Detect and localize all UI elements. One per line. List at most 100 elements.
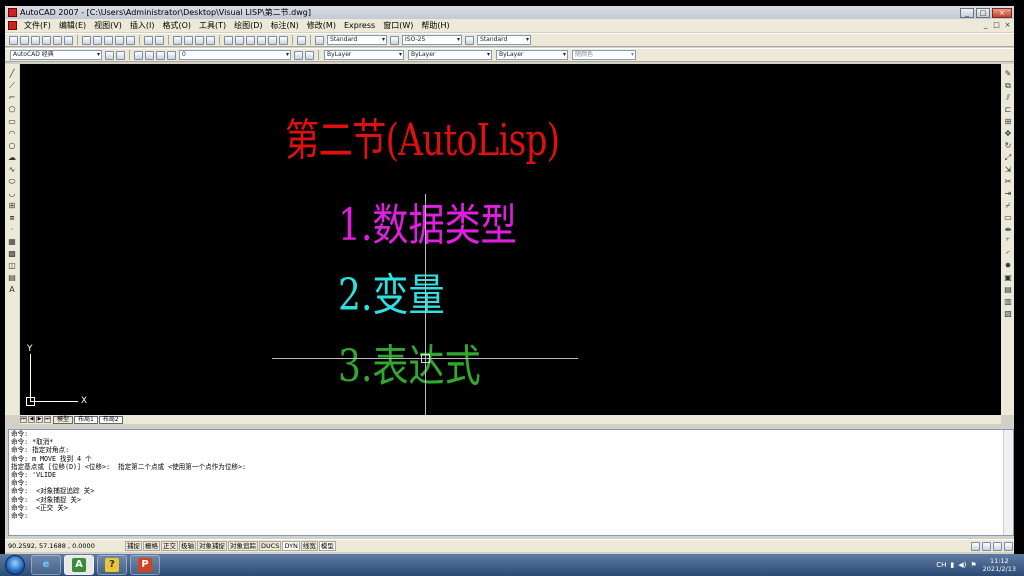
markup-icon[interactable] — [268, 35, 277, 45]
multiline-text-icon[interactable]: A — [8, 285, 17, 294]
hatch-icon[interactable]: ▦ — [8, 237, 17, 246]
ellipse-icon[interactable]: ⬭ — [8, 177, 17, 186]
tab-model[interactable]: 模型 — [53, 415, 74, 424]
lineweight-select[interactable]: ByLayer — [496, 50, 568, 60]
layer-previous-icon[interactable] — [305, 50, 314, 60]
workspace-settings-icon[interactable] — [105, 50, 114, 60]
properties-icon[interactable] — [224, 35, 233, 45]
design-center-icon[interactable] — [235, 35, 244, 45]
status-ducs-button[interactable]: DUCS — [259, 541, 282, 551]
menu-format[interactable]: 格式(O) — [158, 20, 195, 31]
last-tab-icon[interactable]: ⏭ — [44, 416, 51, 423]
rectangle-icon[interactable]: ▭ — [8, 117, 17, 126]
insert-block-icon[interactable]: ⊞ — [8, 201, 17, 210]
first-tab-icon[interactable]: ⏮ — [20, 416, 27, 423]
drawing-canvas[interactable]: 第二节(AutoLisp) 1.数据类型 2.变量 3.表达式 Y X — [20, 64, 1001, 415]
new-file-icon[interactable] — [9, 35, 18, 45]
chamfer-icon[interactable]: ⌜ — [1004, 237, 1013, 246]
polyline-icon[interactable]: ⌐ — [8, 93, 17, 102]
command-prompt[interactable]: 命令: — [9, 512, 1013, 520]
network-icon[interactable]: ▮ — [950, 561, 954, 569]
table-style-select[interactable]: Standard — [477, 35, 531, 45]
polygon-icon[interactable]: ⬠ — [8, 105, 17, 114]
match-properties-icon[interactable] — [115, 35, 124, 45]
point-icon[interactable]: · — [8, 225, 17, 234]
sheet-set-icon[interactable] — [257, 35, 266, 45]
zoom-window-icon[interactable] — [195, 35, 204, 45]
communication-center-icon[interactable] — [971, 541, 980, 551]
cut-icon[interactable] — [82, 35, 91, 45]
ellipse-arc-icon[interactable]: ◡ — [8, 189, 17, 198]
close-button[interactable]: × — [992, 7, 1012, 18]
block-editor-icon[interactable] — [126, 35, 135, 45]
undo-icon[interactable] — [144, 35, 153, 45]
gradient-icon[interactable]: ▩ — [8, 249, 17, 258]
minimize-button[interactable]: _ — [960, 7, 974, 18]
copy-icon[interactable] — [93, 35, 102, 45]
construction-line-icon[interactable]: ⟋ — [8, 81, 17, 90]
taskbar-app-button[interactable]: ? — [97, 555, 127, 575]
make-block-icon[interactable]: ⧈ — [8, 213, 17, 222]
save-icon[interactable] — [31, 35, 40, 45]
prev-tab-icon[interactable]: ◀ — [28, 416, 35, 423]
command-scrollbar[interactable] — [1003, 430, 1013, 535]
status-menu-icon[interactable] — [993, 541, 1002, 551]
flag-icon[interactable]: ⚑ — [970, 561, 976, 569]
menu-dimension[interactable]: 标注(N) — [267, 20, 303, 31]
tab-layout2[interactable]: 布局2 — [98, 415, 123, 424]
layer-select[interactable]: 0 — [179, 50, 291, 60]
status-osnap-button[interactable]: 对象捕捉 — [197, 541, 227, 551]
erase-icon[interactable]: ✎ — [1004, 69, 1013, 78]
toolbar-lock-icon[interactable] — [982, 541, 991, 551]
array-icon[interactable]: ⊞ — [1004, 117, 1013, 126]
status-grid-button[interactable]: 栅格 — [143, 541, 160, 551]
move-icon[interactable]: ✥ — [1004, 129, 1013, 138]
plot-style-select[interactable]: 随颜色 — [572, 50, 636, 60]
paste-icon[interactable] — [104, 35, 113, 45]
next-tab-icon[interactable]: ▶ — [36, 416, 43, 423]
bring-front-icon[interactable]: ▤ — [1004, 285, 1013, 294]
mirror-icon[interactable]: ⫽ — [1004, 93, 1013, 102]
revision-cloud-icon[interactable]: ☁ — [8, 153, 17, 162]
pan-icon[interactable] — [173, 35, 182, 45]
publish-icon[interactable] — [64, 35, 73, 45]
calculator-icon[interactable] — [279, 35, 288, 45]
text-front-icon[interactable]: ▧ — [1004, 309, 1013, 318]
plot-preview-icon[interactable] — [53, 35, 62, 45]
redo-icon[interactable] — [155, 35, 164, 45]
command-window[interactable]: 命令: 命令: *取消* 命令: 指定对角点: 命令: m MOVE 找到 4 … — [8, 429, 1014, 536]
join-icon[interactable]: ⇼ — [1004, 225, 1013, 234]
taskbar-autocad-button[interactable]: A — [64, 555, 94, 575]
taskbar-ie-button[interactable]: e — [31, 555, 61, 575]
text-style-select[interactable]: Standard — [327, 35, 387, 45]
menu-view[interactable]: 视图(V) — [90, 20, 126, 31]
menu-insert[interactable]: 插入(I) — [126, 20, 159, 31]
line-icon[interactable]: ╱ — [8, 69, 17, 78]
workspace-select[interactable]: AutoCAD 经典 — [10, 50, 102, 60]
break-at-point-icon[interactable]: ⌿ — [1004, 201, 1013, 210]
status-polar-button[interactable]: 极轴 — [179, 541, 196, 551]
document-icon[interactable] — [8, 21, 17, 30]
fillet-icon[interactable]: ◜ — [1004, 249, 1013, 258]
rotate-icon[interactable]: ↻ — [1004, 141, 1013, 150]
taskbar-powerpoint-button[interactable]: P — [130, 555, 160, 575]
status-otrack-button[interactable]: 对象追踪 — [228, 541, 258, 551]
circle-icon[interactable]: ○ — [8, 141, 17, 150]
menu-help[interactable]: 帮助(H) — [417, 20, 453, 31]
menu-tools[interactable]: 工具(T) — [195, 20, 230, 31]
doc-close-button[interactable]: × — [1003, 21, 1012, 30]
status-lineweight-button[interactable]: 线宽 — [300, 541, 318, 551]
start-button[interactable] — [5, 555, 25, 575]
spline-icon[interactable]: ∿ — [8, 165, 17, 174]
volume-icon[interactable]: ◀) — [958, 561, 966, 569]
copy-object-icon[interactable]: ⧉ — [1004, 81, 1013, 90]
dim-style-select[interactable]: ISO-25 — [402, 35, 462, 45]
scale-icon[interactable]: ⤢ — [1004, 153, 1013, 162]
plot-icon[interactable] — [42, 35, 51, 45]
tool-palettes-icon[interactable] — [246, 35, 255, 45]
status-snap-button[interactable]: 捕捉 — [125, 541, 142, 551]
color-select[interactable]: ByLayer — [324, 50, 404, 60]
arc-icon[interactable]: ◠ — [8, 129, 17, 138]
send-back-icon[interactable]: ▥ — [1004, 297, 1013, 306]
menu-modify[interactable]: 修改(M) — [303, 20, 340, 31]
